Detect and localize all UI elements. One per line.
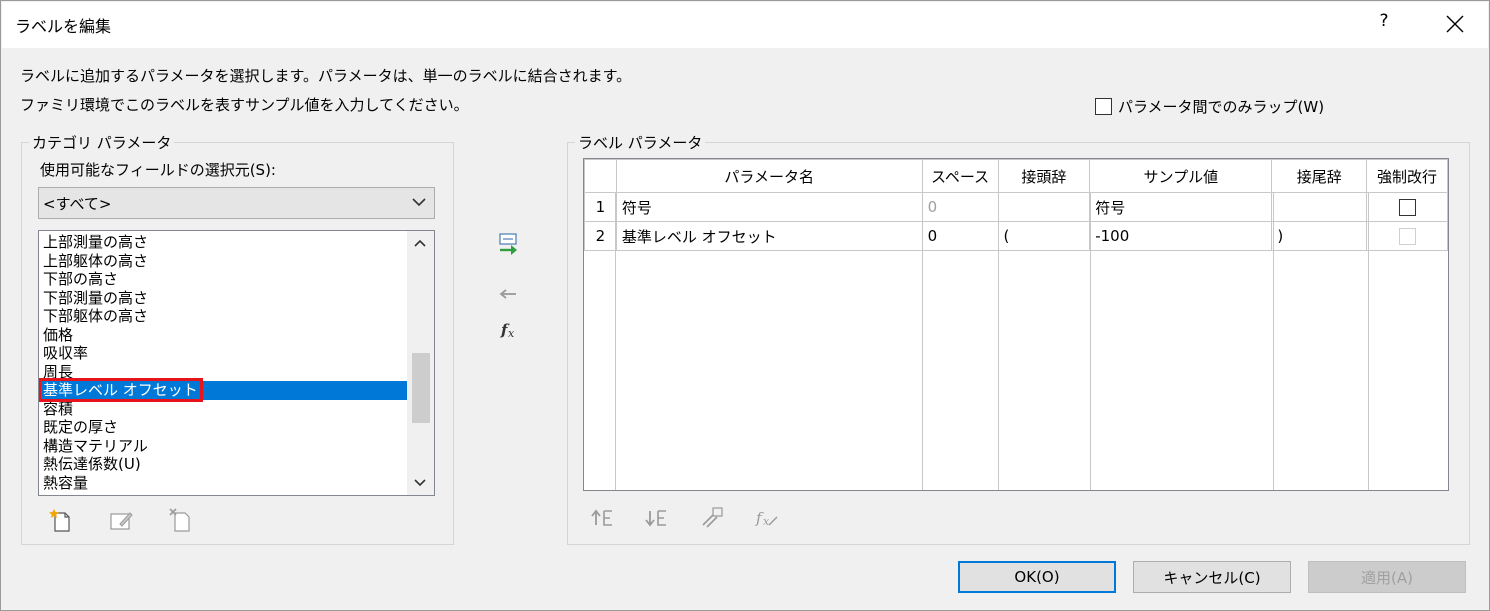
label-parameters-group-label: ラベル パラメータ <box>575 132 706 153</box>
break-checkbox[interactable] <box>1398 227 1416 245</box>
break-cell[interactable] <box>1366 192 1448 222</box>
dialog-title: ラベルを編集 <box>15 17 112 36</box>
table-header-row: パラメータ名 スペース 接頭辞 サンプル値 接尾辞 強制改行 <box>584 159 1448 193</box>
fields-source-dropdown[interactable]: <すべて> <box>38 187 435 219</box>
edit-units-icon[interactable] <box>699 505 725 531</box>
available-fields-label: 使用可能なフィールドの選択元(S): <box>40 161 276 179</box>
instruction-text-2: ファミリ環境でこのラベルを表すサンプル値を入力してください。 <box>20 96 469 114</box>
break-checkbox[interactable] <box>1398 198 1416 216</box>
list-scrollbar[interactable] <box>407 231 434 495</box>
parameters-table: パラメータ名 スペース 接頭辞 サンプル値 接尾辞 強制改行 1 符号 0 符号 <box>584 159 1448 251</box>
suffix-cell[interactable] <box>1271 192 1368 222</box>
list-item[interactable]: 熱容量 <box>39 474 407 493</box>
checkbox-box[interactable] <box>1095 98 1112 115</box>
suffix-cell[interactable]: ) <box>1271 221 1368 251</box>
apply-button[interactable]: 適用(A) <box>1308 561 1466 593</box>
list-item-label: 吸収率 <box>43 344 89 362</box>
new-parameter-icon[interactable] <box>48 507 74 533</box>
list-item[interactable]: 上部躯体の高さ <box>39 252 407 271</box>
list-item-label: 下部の高さ <box>43 270 119 288</box>
edit-label-dialog: ラベルを編集 ? ラベルに追加するパラメータを選択します。パラメータは、単一のラ… <box>0 0 1490 611</box>
cancel-button[interactable]: キャンセル(C) <box>1133 561 1291 593</box>
move-down-icon[interactable] <box>644 505 670 531</box>
list-items: 上部測量の高さ 上部躯体の高さ 下部の高さ 下部測量の高さ 下部躯体の高さ 価格 吸収率 周長… <box>39 233 407 492</box>
list-item-label: 下部躯体の高さ <box>43 307 149 325</box>
edit-parameter-icon[interactable] <box>108 507 134 533</box>
add-parameter-icon[interactable] <box>496 231 522 257</box>
chevron-up-icon[interactable] <box>414 239 426 247</box>
list-item-label: 既定の厚さ <box>43 418 119 436</box>
sample-value-cell[interactable]: 符号 <box>1089 192 1273 222</box>
label-parameters-grid[interactable]: パラメータ名 スペース 接頭辞 サンプル値 接尾辞 強制改行 1 符号 0 符号 <box>583 158 1449 491</box>
close-icon <box>1446 15 1464 33</box>
list-item-label: 価格 <box>43 325 74 344</box>
column-header-param-name[interactable]: パラメータ名 <box>615 159 923 193</box>
row-number[interactable]: 1 <box>584 192 617 222</box>
chevron-down-icon[interactable] <box>414 479 426 487</box>
list-item[interactable]: 価格 <box>39 326 407 345</box>
list-item-label: 構造マテリアル <box>43 436 148 455</box>
row-number[interactable]: 2 <box>584 221 617 251</box>
list-item-label: 上部躯体の高さ <box>43 251 149 270</box>
list-item-label: 下部測量の高さ <box>43 288 149 307</box>
wrap-option-label: パラメータ間でのみラップ(W) <box>1118 98 1325 116</box>
category-parameter-list[interactable]: 上部測量の高さ 上部躯体の高さ 下部の高さ 下部測量の高さ 下部躯体の高さ 価格 吸収率 周長… <box>38 230 435 496</box>
column-header-break[interactable]: 強制改行 <box>1366 159 1448 193</box>
chevron-down-icon <box>412 198 426 207</box>
list-item-label: 容積 <box>43 399 74 418</box>
close-button[interactable] <box>1437 6 1473 42</box>
svg-text:x: x <box>763 515 770 528</box>
wrap-between-params-checkbox[interactable]: パラメータ間でのみラップ(W) <box>1095 96 1324 117</box>
table-row[interactable]: 2 基準レベル オフセット 0 ( -100 ) <box>584 221 1448 251</box>
instruction-text-1: ラベルに追加するパラメータを選択します。パラメータは、単一のラベルに結合されます… <box>20 67 632 85</box>
column-header-suffix[interactable]: 接尾辞 <box>1271 159 1368 193</box>
list-item-label: 周長 <box>43 362 74 381</box>
column-header-prefix[interactable]: 接頭辞 <box>997 159 1091 193</box>
table-row[interactable]: 1 符号 0 符号 <box>584 192 1448 222</box>
help-button[interactable]: ? <box>1374 11 1394 31</box>
header-corner <box>584 159 617 193</box>
fields-source-value: <すべて> <box>43 194 112 213</box>
list-item[interactable]: 上部測量の高さ <box>39 233 407 252</box>
svg-text:x: x <box>508 327 515 340</box>
move-up-icon[interactable] <box>590 505 616 531</box>
list-item-label: 上部測量の高さ <box>43 233 149 251</box>
list-item[interactable]: 周長 <box>39 363 407 382</box>
category-parameters-group-label: カテゴリ パラメータ <box>29 132 175 153</box>
list-item-label: 熱伝達係数(U) <box>43 455 141 473</box>
title-bar: ラベルを編集 ? <box>2 2 1488 48</box>
param-name-cell[interactable]: 基準レベル オフセット <box>615 221 923 251</box>
list-item[interactable]: 下部の高さ <box>39 270 407 289</box>
list-item-label: 熱容量 <box>43 473 89 492</box>
column-header-space[interactable]: スペース <box>921 159 999 193</box>
formula-icon[interactable]: f x <box>496 317 522 343</box>
list-item-label: 基準レベル オフセット <box>39 378 203 402</box>
list-item[interactable]: 容積 <box>39 400 407 419</box>
formula-edit-icon[interactable]: f x <box>753 505 779 531</box>
list-item[interactable]: 吸収率 <box>39 344 407 363</box>
list-item[interactable]: 基準レベル オフセット <box>39 378 407 402</box>
ok-button[interactable]: OK(O) <box>958 561 1116 593</box>
delete-parameter-icon[interactable] <box>168 507 194 533</box>
break-cell[interactable] <box>1366 221 1448 251</box>
list-item[interactable]: 既定の厚さ <box>39 418 407 437</box>
param-name-cell[interactable]: 符号 <box>615 192 923 222</box>
column-header-sample-value[interactable]: サンプル値 <box>1089 159 1273 193</box>
remove-parameter-icon[interactable] <box>496 281 522 307</box>
prefix-cell[interactable]: ( <box>997 221 1091 251</box>
list-item[interactable]: 下部躯体の高さ <box>39 307 407 326</box>
space-cell[interactable]: 0 <box>921 221 999 251</box>
prefix-cell[interactable] <box>997 192 1091 222</box>
list-item[interactable]: 下部測量の高さ <box>39 289 407 308</box>
space-cell[interactable]: 0 <box>921 192 999 222</box>
sample-value-cell[interactable]: -100 <box>1089 221 1273 251</box>
list-item[interactable]: 熱伝達係数(U) <box>39 455 407 474</box>
scrollbar-thumb[interactable] <box>412 353 430 423</box>
list-item[interactable]: 構造マテリアル <box>39 437 407 456</box>
